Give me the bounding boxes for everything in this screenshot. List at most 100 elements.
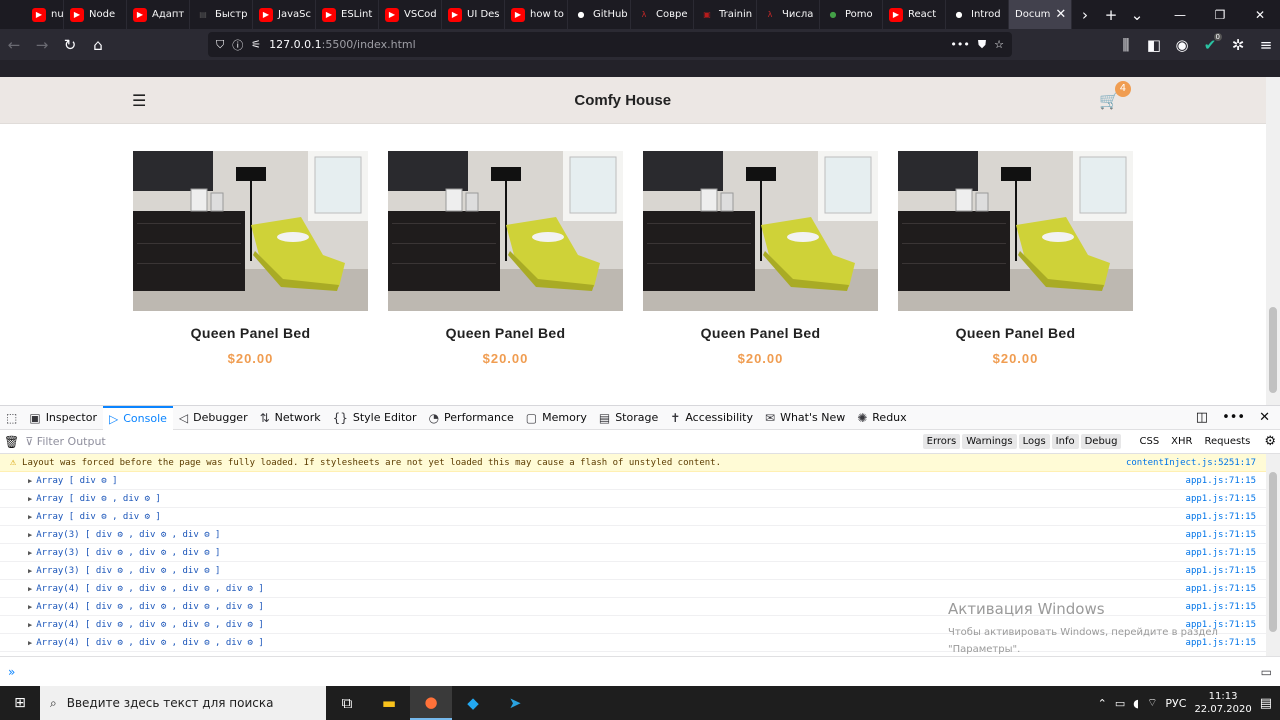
url-bar[interactable]: ⛉ ⓘ ⚟ 127.0.0.1:5500/index.html ••• ⛊ ☆: [208, 32, 1012, 57]
dock-icon[interactable]: ◫: [1196, 410, 1208, 425]
log-source-link[interactable]: app1.js:71:15: [1186, 566, 1256, 576]
filter-logs-button[interactable]: Logs: [1018, 434, 1050, 449]
expand-arrow-icon[interactable]: ▶: [28, 567, 32, 575]
tab-overflow-icon[interactable]: ⌄: [1124, 0, 1150, 29]
log-source-link[interactable]: app1.js:71:15: [1186, 476, 1256, 486]
product-image[interactable]: [388, 151, 623, 311]
expand-arrow-icon[interactable]: ▶: [28, 531, 32, 539]
console-log-row[interactable]: ▶ Array(3) [ div ⚙ , div ⚙ , div ⚙ ] app1.…: [0, 526, 1266, 544]
devtools-tab-inspector[interactable]: ▣ Inspector: [23, 406, 103, 430]
task-view-button[interactable]: ⧉: [326, 686, 368, 720]
browser-tab[interactable]: ▶ JavaSc: [253, 0, 316, 29]
devtools-close-icon[interactable]: ✕: [1259, 410, 1270, 425]
expand-arrow-icon[interactable]: ▶: [28, 603, 32, 611]
page-actions-icon[interactable]: •••: [950, 38, 969, 51]
product-image[interactable]: [898, 151, 1133, 311]
browser-tab[interactable]: ▤ Быстр: [190, 0, 253, 29]
language-indicator[interactable]: РУС: [1165, 697, 1186, 710]
reload-button[interactable]: ↻: [56, 31, 84, 59]
extension-button[interactable]: ✔ 0: [1196, 31, 1224, 59]
console-log-row[interactable]: ▶ Array(4) [ div ⚙ , div ⚙ , div ⚙ , div …: [0, 634, 1266, 652]
console-scrollbar[interactable]: [1266, 454, 1280, 656]
browser-tab[interactable]: ● GitHub: [568, 0, 631, 29]
devtools-tab-accessibility[interactable]: ✝ Accessibility: [664, 406, 759, 430]
filter-warnings-button[interactable]: Warnings: [962, 434, 1017, 449]
nav-menu-icon[interactable]: ☰: [132, 91, 146, 110]
expand-arrow-icon[interactable]: ▶: [28, 639, 32, 647]
log-source-link[interactable]: app1.js:71:15: [1186, 512, 1256, 522]
filter-css-button[interactable]: CSS: [1135, 434, 1163, 449]
filter-info-button[interactable]: Info: [1051, 434, 1079, 449]
clock[interactable]: 11:13 22.07.2020: [1194, 690, 1251, 716]
browser-tab[interactable]: ● Introd: [946, 0, 1009, 29]
expand-arrow-icon[interactable]: ▶: [28, 495, 32, 503]
devtools-tab-storage[interactable]: ▤ Storage: [593, 406, 664, 430]
browser-tab[interactable]: Docum ✕: [1009, 0, 1072, 29]
browser-tab[interactable]: λ Числа: [757, 0, 820, 29]
firefox-taskbar-button[interactable]: ●: [410, 686, 452, 720]
browser-tab[interactable]: ● Pomo: [820, 0, 883, 29]
close-tab-icon[interactable]: ✕: [1055, 7, 1066, 22]
window-close-icon[interactable]: ✕: [1240, 0, 1280, 29]
notifications-icon[interactable]: ▤: [1260, 696, 1272, 711]
browser-tab[interactable]: ▣ Trainin: [694, 0, 757, 29]
trash-icon[interactable]: 🗑: [4, 435, 19, 449]
devtools-tab-performance[interactable]: ◔ Performance: [423, 406, 520, 430]
console-log-row[interactable]: ▶ Array [ div ⚙ , div ⚙ ] app1.js:71:15: [0, 490, 1266, 508]
console-log-row[interactable]: ▶ Array(3) [ div ⚙ , div ⚙ , div ⚙ ] app1.…: [0, 562, 1266, 580]
sidebar-button[interactable]: ◧: [1140, 31, 1168, 59]
bookmark-star-icon[interactable]: ☆: [994, 38, 1004, 51]
expand-arrow-icon[interactable]: ▶: [28, 585, 32, 593]
console-log-row[interactable]: ▶ Array(3) [ div ⚙ , div ⚙ , div ⚙ ] app1.…: [0, 544, 1266, 562]
devtools-tab-what-s-new[interactable]: ✉ What's New: [759, 406, 851, 430]
product-card[interactable]: Queen Panel Bed $20.00: [898, 151, 1133, 366]
expand-arrow-icon[interactable]: ▶: [28, 549, 32, 557]
new-tab-icon[interactable]: +: [1098, 0, 1124, 29]
console-input[interactable]: » ▭: [0, 656, 1280, 687]
filter-requests-button[interactable]: Requests: [1201, 434, 1255, 449]
browser-tab[interactable]: ▶ Адапт: [127, 0, 190, 29]
split-console-icon[interactable]: ▭: [1261, 665, 1272, 679]
devtools-tab-network[interactable]: ⇅ Network: [254, 406, 327, 430]
log-source-link[interactable]: app1.js:71:15: [1186, 584, 1256, 594]
expand-arrow-icon[interactable]: ▶: [28, 621, 32, 629]
browser-tab[interactable]: ▶ React: [883, 0, 946, 29]
taskbar-search[interactable]: ⌕ Введите здесь текст для поиска: [40, 686, 326, 720]
devtools-tab-style-editor[interactable]: {} Style Editor: [327, 406, 423, 430]
library-button[interactable]: ⫼: [1112, 31, 1140, 59]
browser-tab[interactable]: λ Совре: [631, 0, 694, 29]
page-scrollbar-thumb[interactable]: [1269, 307, 1277, 393]
devtools-tab-memory[interactable]: ▢ Memory: [520, 406, 593, 430]
minimize-icon[interactable]: —: [1160, 0, 1200, 29]
product-card[interactable]: Queen Panel Bed $20.00: [643, 151, 878, 366]
browser-tab[interactable]: ▶ how to: [505, 0, 568, 29]
log-source-link[interactable]: app1.js:71:15: [1186, 548, 1256, 558]
log-source-link[interactable]: app1.js:71:15: [1186, 638, 1256, 648]
forward-button[interactable]: →: [28, 31, 56, 59]
console-log-row[interactable]: ▶ Array [ div ⚙ ] app1.js:71:15: [0, 472, 1266, 490]
log-source-link[interactable]: app1.js:71:15: [1186, 620, 1256, 630]
filter-output-input[interactable]: ⊽ Filter Output: [25, 435, 916, 448]
back-button[interactable]: ←: [0, 31, 28, 59]
menu-button[interactable]: ≡: [1252, 31, 1280, 59]
tray-chevron-icon[interactable]: ⌃: [1098, 697, 1107, 710]
telegram-taskbar-button[interactable]: ➤: [494, 686, 536, 720]
vscode-taskbar-button[interactable]: ◆: [452, 686, 494, 720]
page-scrollbar[interactable]: [1266, 77, 1280, 405]
console-log-row[interactable]: ▶ Array(4) [ div ⚙ , div ⚙ , div ⚙ , div …: [0, 616, 1266, 634]
start-button[interactable]: ⊞: [0, 686, 40, 720]
file-explorer-button[interactable]: ▬: [368, 686, 410, 720]
warning-source-link[interactable]: contentInject.js:5251:17: [1126, 458, 1256, 468]
product-card[interactable]: Queen Panel Bed $20.00: [388, 151, 623, 366]
volume-icon[interactable]: ◖: [1133, 697, 1139, 710]
filter-debug-button[interactable]: Debug: [1080, 434, 1122, 449]
log-source-link[interactable]: app1.js:71:15: [1186, 494, 1256, 504]
console-log-row[interactable]: ▶ Array(4) [ div ⚙ , div ⚙ , div ⚙ , div …: [0, 598, 1266, 616]
console-log-row[interactable]: ▶ Array(4) [ div ⚙ , div ⚙ , div ⚙ , div …: [0, 580, 1266, 598]
console-log-row[interactable]: ▶ Array [ div ⚙ , div ⚙ ] app1.js:71:15: [0, 508, 1266, 526]
restore-icon[interactable]: ❐: [1200, 0, 1240, 29]
extensions-button[interactable]: ✲: [1224, 31, 1252, 59]
product-image[interactable]: [643, 151, 878, 311]
devtools-tab-debugger[interactable]: ◁ Debugger: [173, 406, 254, 430]
pocket-icon[interactable]: ⛊: [978, 38, 986, 52]
